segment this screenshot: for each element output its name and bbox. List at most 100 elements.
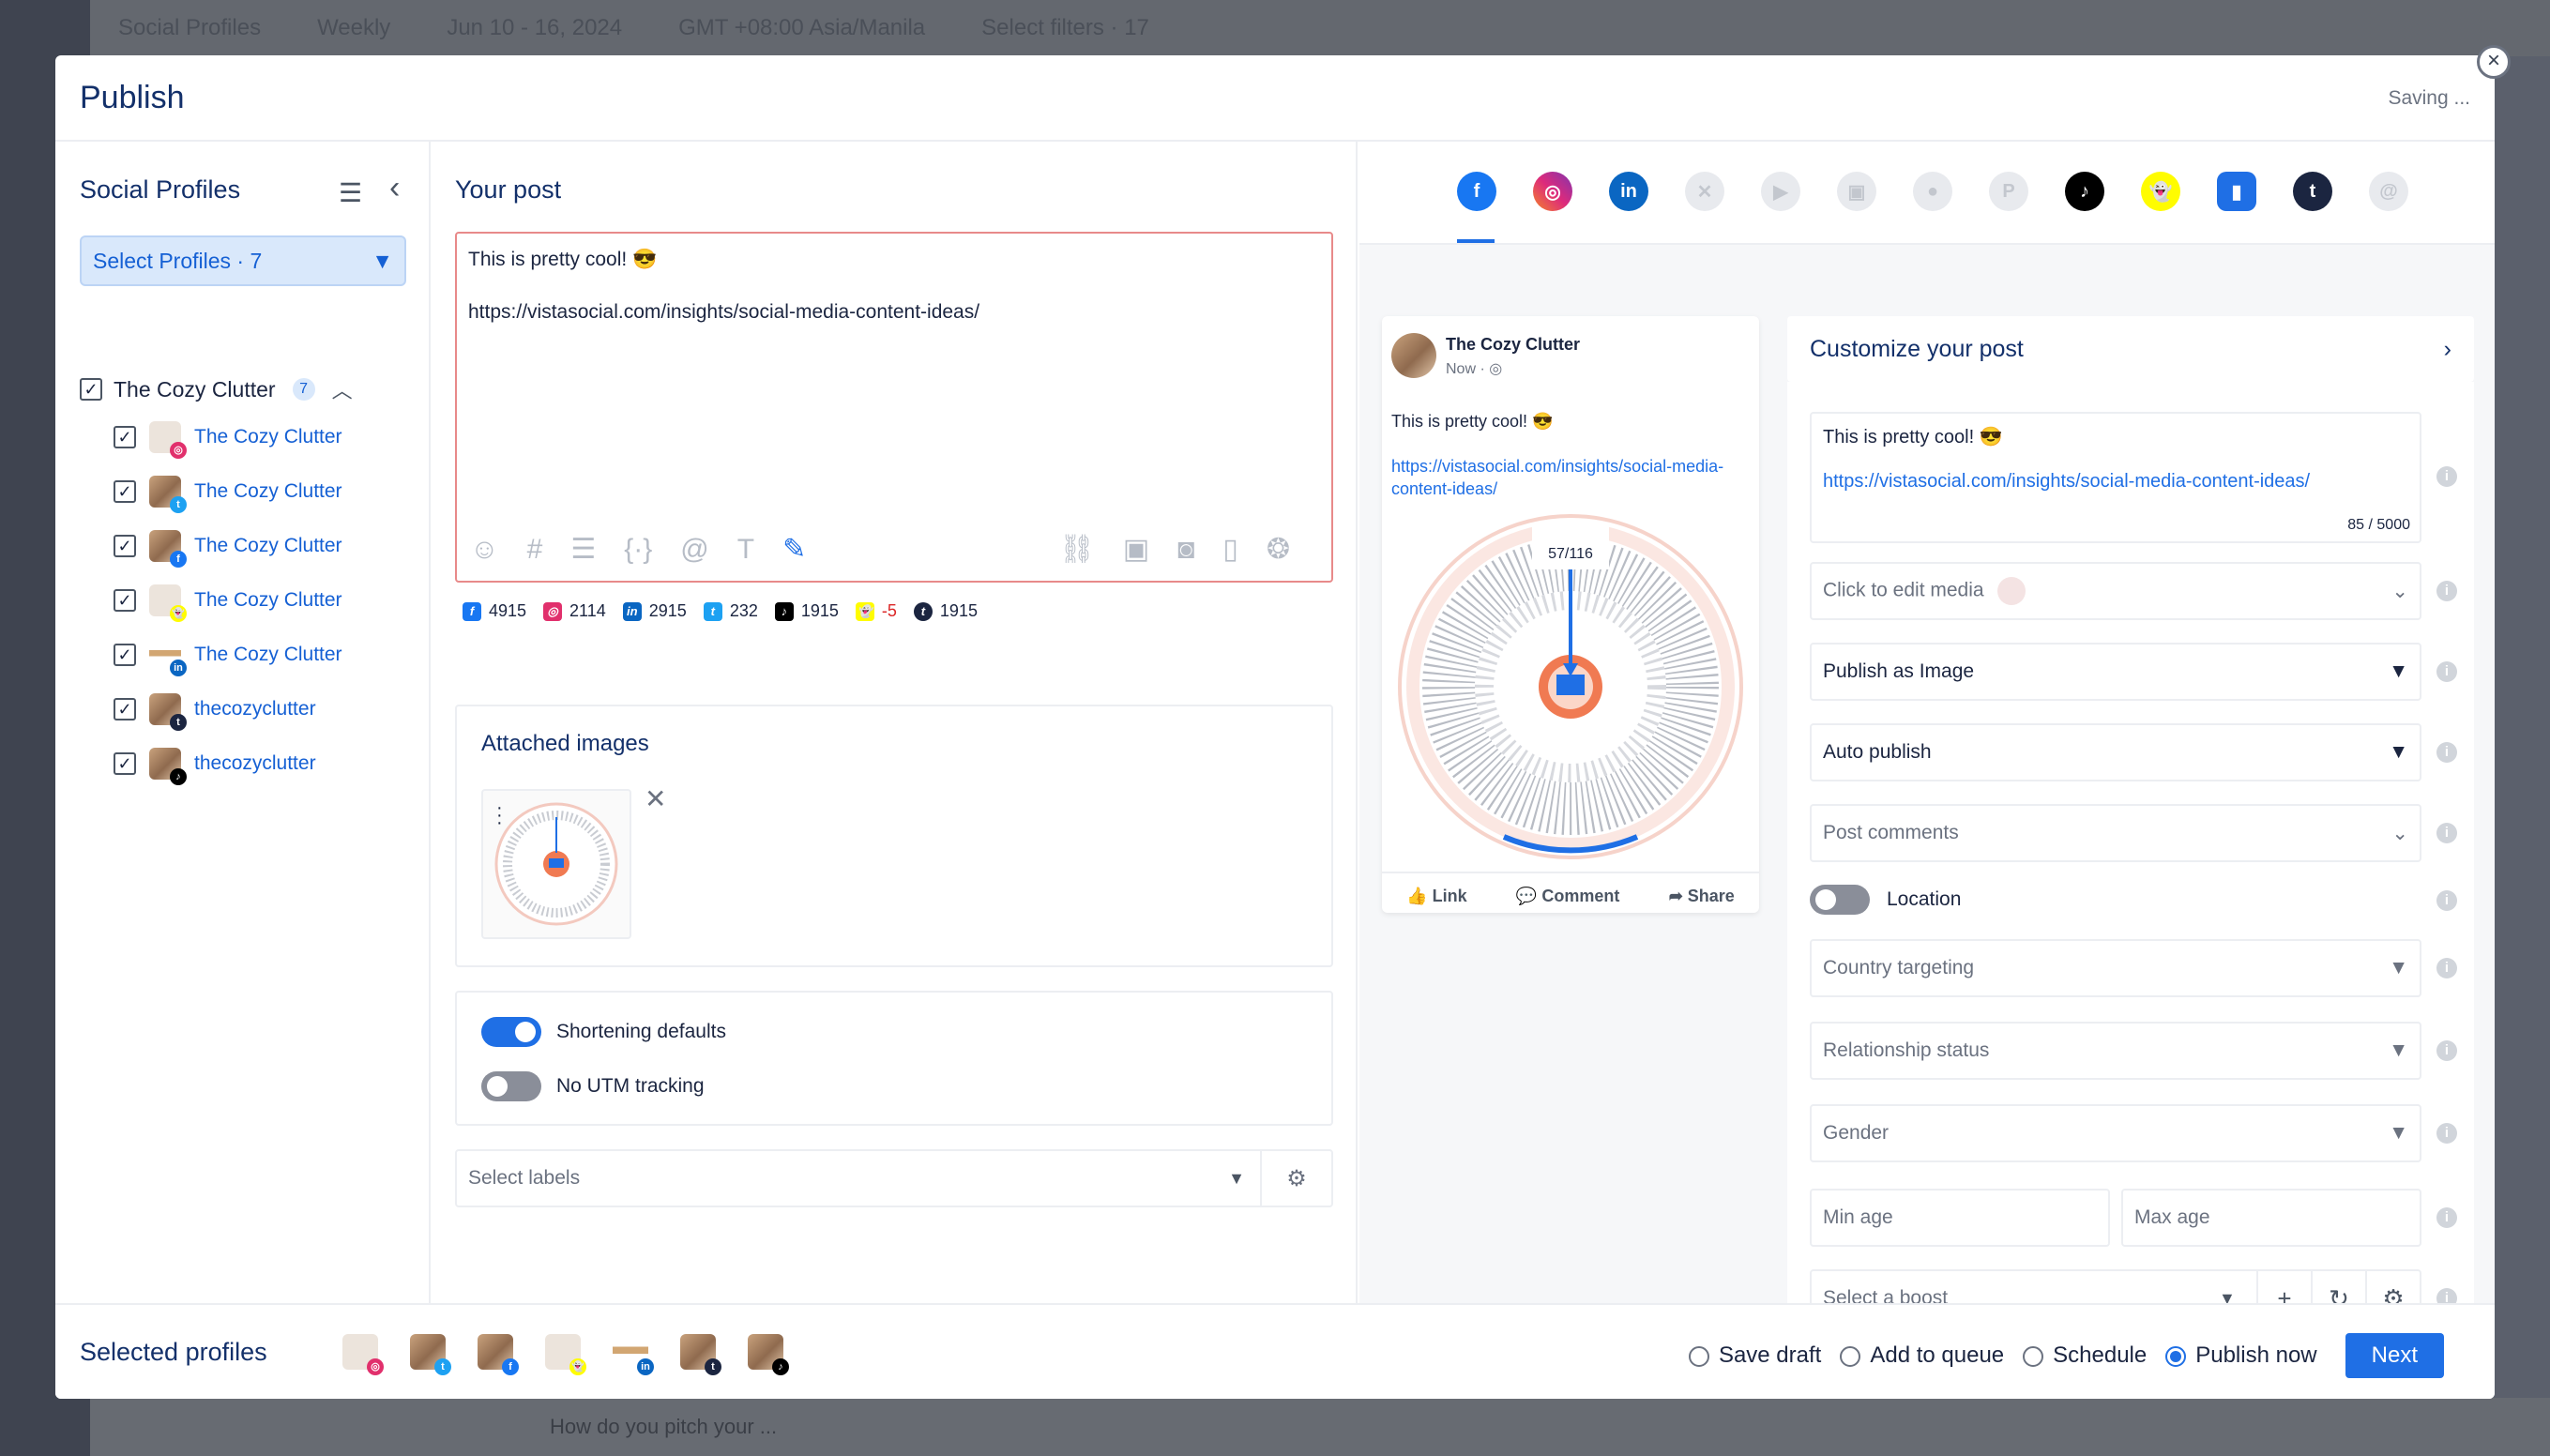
avatar[interactable]: t (410, 1334, 451, 1375)
tiktok-icon[interactable]: ♪ (2065, 172, 2104, 211)
facebook-icon[interactable]: f (1457, 172, 1496, 211)
filter-icon[interactable]: ☰ (339, 177, 362, 208)
avatar[interactable]: t (680, 1334, 721, 1375)
profile-checkbox[interactable]: ✓ (114, 698, 136, 720)
country-targeting-select[interactable]: Country targeting ▼ (1810, 939, 2421, 997)
post-comments-field[interactable]: Post comments ⌄ (1810, 804, 2421, 862)
save-draft-option[interactable]: Save draft (1688, 1342, 1821, 1369)
schedule-option[interactable]: Schedule (2023, 1342, 2147, 1369)
gear-icon[interactable]: ⚙ (1260, 1151, 1331, 1206)
google-business-icon[interactable]: ▣ (1837, 172, 1876, 211)
post-textarea[interactable]: This is pretty cool! 😎 https://vistasoci… (455, 232, 1333, 583)
instagram-icon[interactable]: ◎ (1533, 172, 1572, 211)
list-icon[interactable]: ☰ (570, 533, 596, 566)
document-icon[interactable]: ▯ (1222, 533, 1238, 566)
info-icon[interactable]: i (2436, 890, 2457, 911)
profile-checkbox[interactable]: ✓ (114, 752, 136, 775)
info-icon[interactable]: i (2436, 958, 2457, 978)
camera-icon[interactable]: ◙ (1177, 534, 1194, 566)
mention-icon[interactable]: @ (680, 534, 708, 566)
profile-item[interactable]: ✓ ◎ The Cozy Clutter (114, 410, 423, 464)
min-age-input[interactable]: Min age (1810, 1189, 2110, 1247)
info-icon[interactable]: i (2436, 466, 2457, 487)
link-icon[interactable]: ⛓ (1059, 533, 1095, 566)
profile-checkbox[interactable]: ✓ (114, 644, 136, 666)
profile-checkbox[interactable]: ✓ (114, 535, 136, 557)
location-toggle[interactable] (1810, 885, 1870, 915)
avatar: t (149, 693, 187, 731)
select-profiles-dropdown[interactable]: Select Profiles · 7 ▼ (80, 235, 406, 286)
share-action[interactable]: ➦ Share (1669, 887, 1735, 906)
threads-icon[interactable]: @ (2369, 172, 2408, 211)
auto-publish-select[interactable]: Auto publish ▼ (1810, 723, 2421, 781)
linkedin-icon[interactable]: in (1609, 172, 1648, 211)
youtube-icon[interactable]: ▶ (1761, 172, 1800, 211)
customize-header[interactable]: Customize your post › (1787, 316, 2474, 382)
attached-image-thumbnail[interactable]: · · · (481, 789, 631, 939)
avatar[interactable]: ◎ (342, 1334, 384, 1375)
info-icon[interactable]: i (2436, 1207, 2457, 1228)
publish-as-select[interactable]: Publish as Image ▼ (1810, 643, 2421, 701)
edit-media-field[interactable]: Click to edit media ⌄ (1810, 562, 2421, 620)
variable-icon[interactable]: {·} (624, 534, 652, 566)
media-library-icon[interactable]: ❂ (1267, 533, 1290, 566)
video-icon[interactable]: ▣ (1123, 533, 1149, 566)
profile-group[interactable]: ✓ The Cozy Clutter 7 ︿ (80, 374, 417, 404)
gender-select[interactable]: Gender ▼ (1810, 1104, 2421, 1162)
info-icon[interactable]: i (2436, 823, 2457, 843)
radio[interactable] (1840, 1345, 1861, 1367)
app-row: How do you pitch your ... (90, 1398, 2550, 1456)
profile-checkbox[interactable]: ✓ (114, 426, 136, 448)
comment-action[interactable]: 💬 Comment (1516, 887, 1619, 906)
relationship-status-select[interactable]: Relationship status ▼ (1810, 1022, 2421, 1080)
profile-item[interactable]: ✓ ♪ thecozyclutter (114, 736, 423, 791)
radio[interactable] (2165, 1345, 2187, 1367)
avatar[interactable]: f (478, 1334, 519, 1375)
collapse-icon[interactable]: ‹ (389, 170, 400, 206)
x-icon[interactable]: ✕ (1685, 172, 1724, 211)
group-checkbox[interactable]: ✓ (80, 378, 102, 401)
chevron-right-icon[interactable]: › (2444, 336, 2451, 363)
custom-text-field[interactable]: This is pretty cool! 😎 https://vistasoci… (1810, 412, 2421, 543)
max-age-input[interactable]: Max age (2121, 1189, 2421, 1247)
tumblr-icon[interactable]: t (2293, 172, 2332, 211)
pinterest-icon[interactable]: P (1989, 172, 2028, 211)
profile-item[interactable]: ✓ 👻 The Cozy Clutter (114, 573, 423, 628)
avatar[interactable]: 👻 (545, 1334, 586, 1375)
profile-item[interactable]: ✓ t thecozyclutter (114, 682, 423, 736)
remove-image-icon[interactable]: ✕ (645, 783, 666, 814)
info-icon[interactable]: i (2436, 742, 2457, 763)
more-icon[interactable]: · · · (496, 798, 503, 832)
vista-page-icon[interactable]: ▮ (2217, 172, 2256, 211)
next-button[interactable]: Next (2345, 1333, 2444, 1378)
info-icon[interactable]: i (2436, 581, 2457, 601)
radio[interactable] (2023, 1345, 2044, 1367)
add-to-queue-option[interactable]: Add to queue (1840, 1342, 2004, 1369)
like-action[interactable]: 👍 Link (1406, 887, 1466, 906)
labels-select[interactable]: Select labels ▼ ⚙ (455, 1149, 1333, 1207)
profile-name: The Cozy Clutter (194, 535, 342, 556)
info-icon[interactable]: i (2436, 661, 2457, 682)
profile-checkbox[interactable]: ✓ (114, 589, 136, 612)
chevron-up-icon[interactable]: ︿ (332, 374, 353, 404)
profile-checkbox[interactable]: ✓ (114, 480, 136, 503)
close-icon[interactable]: × (2477, 45, 2511, 79)
shortening-toggle[interactable] (481, 1017, 541, 1047)
info-icon[interactable]: i (2436, 1123, 2457, 1144)
hashtag-icon[interactable]: # (527, 534, 543, 566)
utm-toggle[interactable] (481, 1071, 541, 1101)
avatar[interactable]: ♪ (748, 1334, 789, 1375)
profile-item[interactable]: ✓ t The Cozy Clutter (114, 464, 423, 519)
reddit-icon[interactable]: ● (1913, 172, 1952, 211)
preview-link[interactable]: https://vistasocial.com/insights/social-… (1391, 455, 1729, 500)
text-format-icon[interactable]: T (737, 534, 754, 566)
radio[interactable] (1688, 1345, 1709, 1367)
info-icon[interactable]: i (2436, 1040, 2457, 1061)
profile-item[interactable]: ✓ in The Cozy Clutter (114, 628, 423, 682)
avatar[interactable]: in (613, 1334, 654, 1375)
snapchat-icon[interactable]: 👻 (2141, 172, 2180, 211)
emoji-icon[interactable]: ☺ (470, 534, 499, 566)
profile-item[interactable]: ✓ f The Cozy Clutter (114, 519, 423, 573)
publish-now-option[interactable]: Publish now (2165, 1342, 2317, 1369)
magic-wand-icon[interactable]: ✎ (782, 533, 806, 566)
